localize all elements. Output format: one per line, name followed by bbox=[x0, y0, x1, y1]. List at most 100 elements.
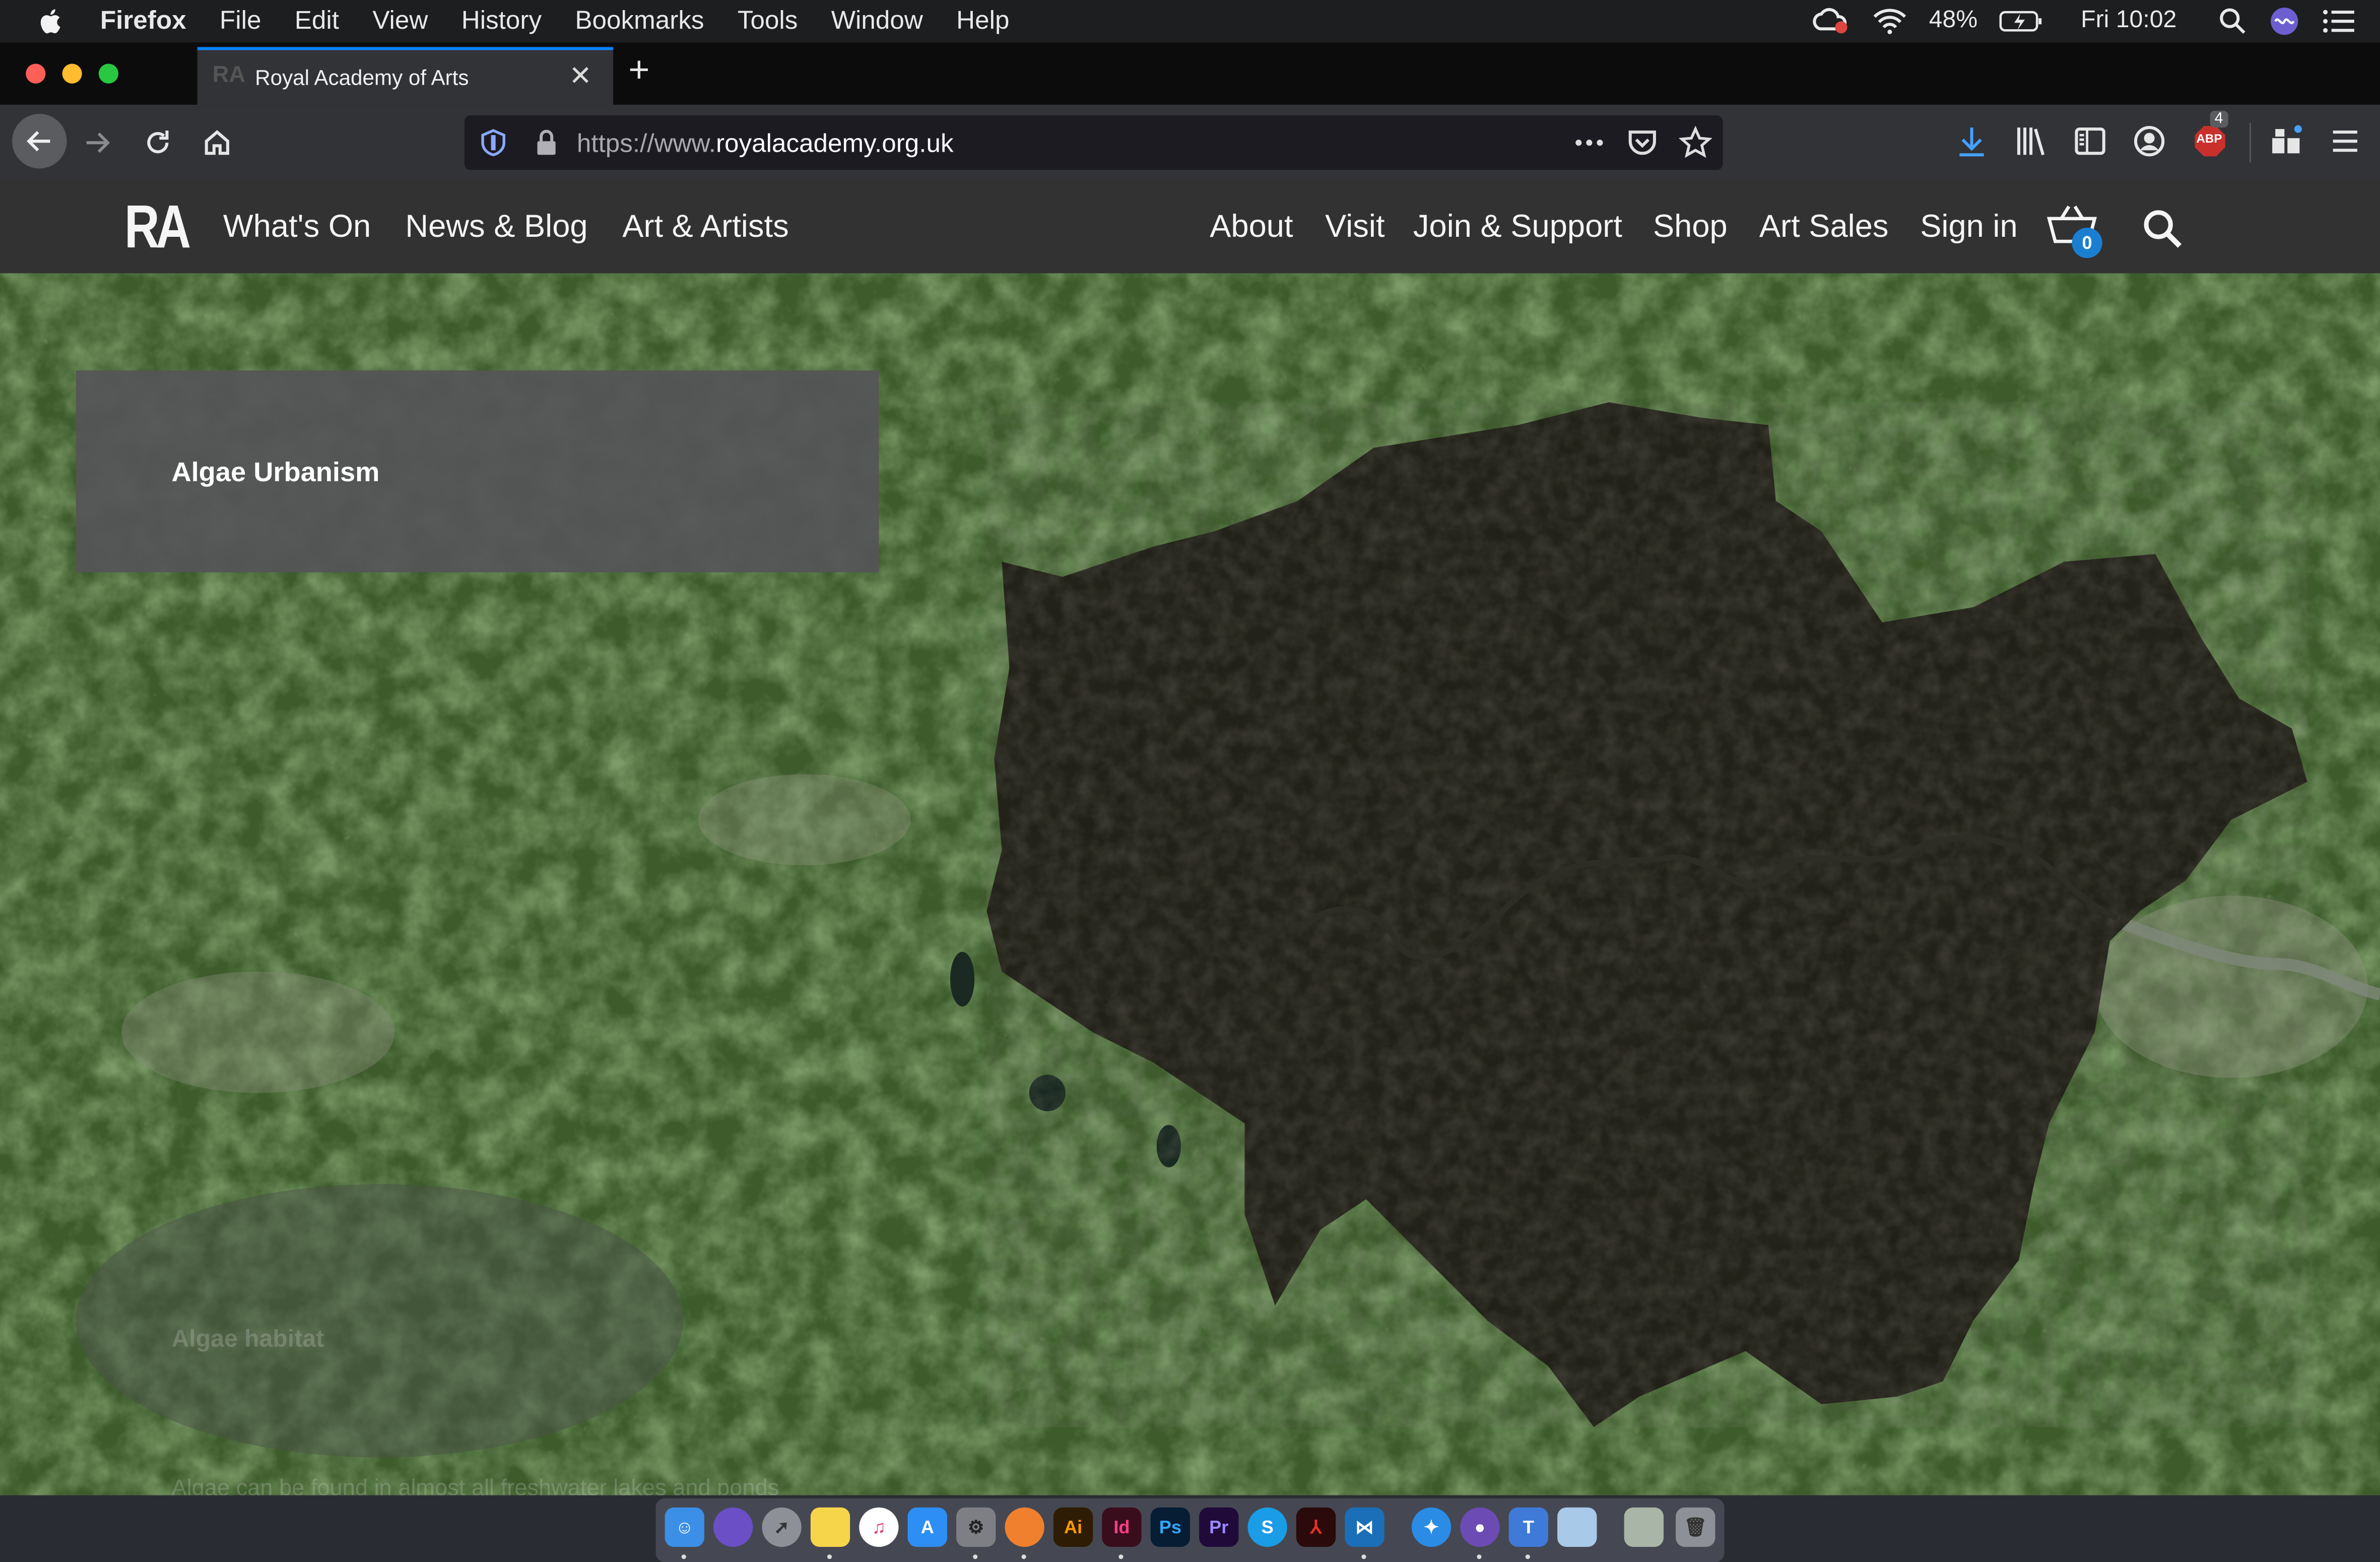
browser-tab-strip: RA Royal Academy of Arts ✕ + bbox=[0, 42, 2380, 105]
dock-settings-icon[interactable]: ⚙ bbox=[956, 1507, 996, 1547]
hamburger-menu-icon[interactable] bbox=[2327, 123, 2363, 159]
nav-shop[interactable]: Shop bbox=[1653, 210, 1728, 246]
nav-news-blog[interactable]: News & Blog bbox=[405, 210, 587, 246]
dock-preview-icon[interactable] bbox=[1557, 1507, 1597, 1547]
dock-running-dot bbox=[973, 1554, 978, 1559]
dock-running-dot bbox=[1477, 1554, 1482, 1559]
toolbar-divider bbox=[2249, 123, 2251, 163]
nav-visit[interactable]: Visit bbox=[1325, 210, 1384, 246]
dock-running-dot bbox=[1361, 1554, 1366, 1559]
adblock-badge: 4 bbox=[2210, 110, 2228, 128]
tab-favicon: RA bbox=[212, 62, 246, 88]
satellite-map[interactable]: Algae Urbanism Algae habitat Algae can b… bbox=[0, 273, 2380, 1495]
dock-running-dot bbox=[1118, 1554, 1123, 1559]
menu-window[interactable]: Window bbox=[831, 6, 923, 36]
url-bar[interactable]: https://www.royalacademy.org.uk bbox=[464, 115, 1723, 170]
browser-toolbar: https://www.royalacademy.org.uk ABP 4 bbox=[0, 104, 2380, 179]
site-header: RA What's On News & Blog Art & Artists A… bbox=[0, 179, 2380, 274]
account-icon[interactable] bbox=[2131, 123, 2167, 159]
dock-itunes-icon[interactable]: ♫ bbox=[859, 1507, 899, 1547]
url-text: https://www.royalacademy.org.uk bbox=[577, 129, 954, 159]
nav-art-sales[interactable]: Art Sales bbox=[1759, 210, 1889, 246]
library-icon[interactable] bbox=[2013, 123, 2049, 159]
basket-count-badge: 0 bbox=[2072, 227, 2102, 258]
forward-button[interactable] bbox=[75, 120, 120, 165]
dock-keynote-icon[interactable]: T bbox=[1508, 1507, 1549, 1547]
menu-tools[interactable]: Tools bbox=[738, 6, 798, 36]
menu-view[interactable]: View bbox=[372, 6, 428, 36]
dock-photoshop-icon[interactable]: Ps bbox=[1150, 1507, 1191, 1547]
menu-edit[interactable]: Edit bbox=[295, 6, 339, 36]
nav-about[interactable]: About bbox=[1210, 210, 1293, 246]
wifi-icon[interactable] bbox=[1871, 8, 1907, 35]
lock-icon[interactable] bbox=[535, 127, 559, 158]
tracking-protection-shield-icon[interactable] bbox=[480, 127, 507, 158]
siri-icon[interactable] bbox=[2268, 5, 2301, 38]
nav-join-support[interactable]: Join & Support bbox=[1413, 210, 1622, 246]
dock-launchpad-icon[interactable]: ➚ bbox=[762, 1507, 802, 1547]
bookmark-star-icon[interactable] bbox=[1679, 126, 1712, 159]
tab-royal-academy[interactable]: RA Royal Academy of Arts ✕ bbox=[197, 47, 614, 105]
menu-app-name[interactable]: Firefox bbox=[100, 6, 186, 36]
nav-sign-in[interactable]: Sign in bbox=[1920, 210, 2017, 246]
window-zoom-button[interactable] bbox=[98, 63, 118, 84]
dock-indesign-icon[interactable]: Id bbox=[1102, 1507, 1142, 1547]
notification-center-icon[interactable] bbox=[2323, 8, 2356, 35]
back-button[interactable] bbox=[12, 113, 67, 169]
basket-button[interactable]: 0 bbox=[2046, 204, 2107, 258]
apple-icon[interactable] bbox=[36, 6, 67, 36]
menu-file[interactable]: File bbox=[220, 6, 261, 36]
dock-vscode-icon[interactable]: ⋈ bbox=[1345, 1507, 1384, 1547]
faded-section-title: Algae habitat bbox=[171, 1327, 324, 1353]
window-close-button[interactable] bbox=[26, 63, 46, 84]
page-actions-icon[interactable] bbox=[1574, 137, 1604, 149]
url-domain: royalacademy.org.uk bbox=[715, 129, 954, 158]
reload-icon bbox=[147, 131, 169, 154]
dock-appstore-icon[interactable]: A bbox=[907, 1507, 947, 1547]
menu-history[interactable]: History bbox=[461, 6, 542, 36]
menu-help[interactable]: Help bbox=[956, 6, 1009, 36]
battery-percentage: 48% bbox=[1929, 8, 1978, 34]
home-button[interactable] bbox=[194, 120, 240, 165]
sidebar-icon[interactable] bbox=[2072, 123, 2108, 159]
battery-charging-icon[interactable] bbox=[1999, 9, 2044, 33]
dock-illustrator-icon[interactable]: Ai bbox=[1053, 1507, 1093, 1547]
ra-logo[interactable]: RA bbox=[124, 194, 191, 263]
dock-premiere-icon[interactable]: Pr bbox=[1199, 1507, 1239, 1547]
dock-acrobat-icon[interactable]: ⅄ bbox=[1296, 1507, 1336, 1547]
new-tab-icon[interactable]: + bbox=[628, 50, 649, 92]
dock-github-icon[interactable]: ● bbox=[1460, 1507, 1500, 1547]
creative-cloud-icon[interactable] bbox=[1811, 8, 1850, 35]
tab-close-icon[interactable]: ✕ bbox=[569, 61, 592, 93]
site-search-icon[interactable] bbox=[2142, 208, 2183, 249]
spotlight-search-icon[interactable] bbox=[2219, 8, 2246, 35]
reload-button[interactable] bbox=[135, 120, 180, 165]
dock-siri-icon[interactable] bbox=[713, 1507, 753, 1547]
macos-menu-bar: Firefox File Edit View History Bookmarks… bbox=[0, 0, 2380, 43]
nav-art-artists[interactable]: Art & Artists bbox=[622, 210, 788, 246]
dock-safari-icon[interactable]: ✦ bbox=[1411, 1507, 1451, 1547]
arrow-right-icon bbox=[86, 132, 110, 153]
downloads-icon[interactable] bbox=[1953, 123, 1990, 159]
menu-clock[interactable]: Fri 10:02 bbox=[2081, 8, 2176, 35]
dock-notes-icon[interactable] bbox=[810, 1507, 850, 1547]
adblock-label: ABP bbox=[2196, 132, 2222, 146]
url-prefix: https://www. bbox=[576, 129, 716, 158]
nav-whats-on[interactable]: What's On bbox=[223, 210, 371, 246]
menu-bookmarks[interactable]: Bookmarks bbox=[575, 6, 704, 36]
dock-downloads-icon[interactable] bbox=[1624, 1507, 1664, 1547]
adblock-plus-button[interactable]: ABP 4 bbox=[2192, 110, 2228, 159]
pocket-icon[interactable] bbox=[1626, 126, 1659, 159]
dock-running-dot bbox=[1021, 1554, 1026, 1559]
dock-firefox-icon[interactable] bbox=[1005, 1507, 1044, 1547]
macos-dock: ☺ ➚ ♫ A ⚙ Ai Id Ps Pr S ⅄ ⋈ ✦ ● T 🗑 bbox=[655, 1498, 1725, 1562]
home-icon bbox=[205, 130, 229, 155]
dock-skype-icon[interactable]: S bbox=[1247, 1507, 1287, 1547]
dock-background: ☺ ➚ ♫ A ⚙ Ai Id Ps Pr S ⅄ ⋈ ✦ ● T 🗑 bbox=[0, 1495, 2380, 1562]
extensions-icon[interactable] bbox=[2268, 123, 2304, 159]
dock-trash-icon[interactable]: 🗑 bbox=[1676, 1507, 1715, 1547]
dock-finder-icon[interactable]: ☺ bbox=[665, 1507, 704, 1547]
dock-running-dot bbox=[681, 1554, 686, 1559]
window-minimize-button[interactable] bbox=[62, 63, 82, 84]
story-card-title: Algae Urbanism bbox=[171, 457, 380, 488]
